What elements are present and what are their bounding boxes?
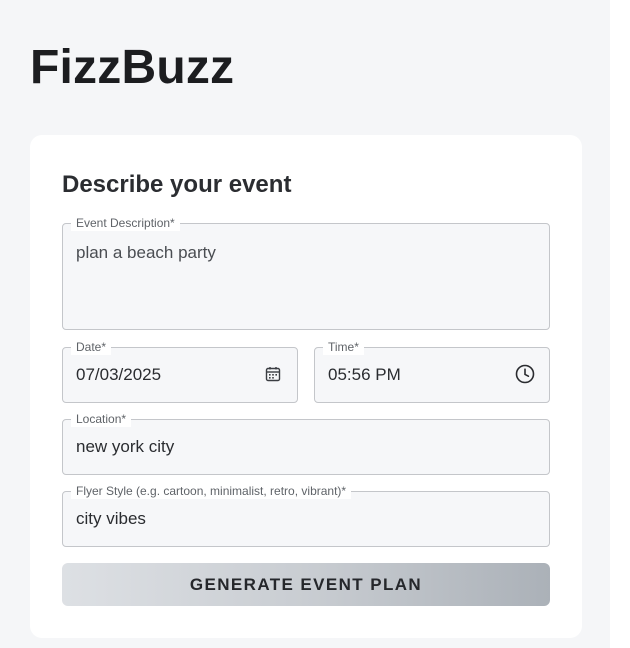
app-title: FizzBuzz	[30, 41, 235, 94]
clock-icon[interactable]	[515, 364, 535, 384]
event-description-value[interactable]: plan a beach party	[76, 242, 216, 264]
location-field[interactable]: Location* new york city	[62, 411, 550, 475]
time-field[interactable]: Time* 05:56 PM	[314, 339, 550, 403]
flyer-style-field[interactable]: Flyer Style (e.g. cartoon, minimalist, r…	[62, 483, 550, 547]
time-label: Time*	[323, 339, 364, 355]
flyer-style-label: Flyer Style (e.g. cartoon, minimalist, r…	[71, 483, 352, 499]
time-value[interactable]: 05:56 PM	[328, 364, 401, 386]
location-value[interactable]: new york city	[76, 436, 174, 458]
calendar-icon[interactable]	[263, 364, 283, 384]
generate-event-plan-button[interactable]: GENERATE EVENT PLAN	[62, 563, 550, 606]
location-label: Location*	[71, 411, 132, 427]
flyer-style-value[interactable]: city vibes	[76, 508, 146, 530]
date-value[interactable]: 07/03/2025	[76, 364, 161, 386]
event-description-field[interactable]: Event Description* plan a beach party	[62, 215, 550, 330]
date-field[interactable]: Date* 07/03/2025	[62, 339, 298, 403]
form-heading: Describe your event	[62, 171, 292, 198]
page-background: FizzBuzz Describe your event Event Descr…	[0, 0, 610, 648]
event-description-label: Event Description*	[71, 215, 180, 231]
event-form-card: Describe your event Event Description* p…	[30, 135, 582, 638]
date-label: Date*	[71, 339, 112, 355]
